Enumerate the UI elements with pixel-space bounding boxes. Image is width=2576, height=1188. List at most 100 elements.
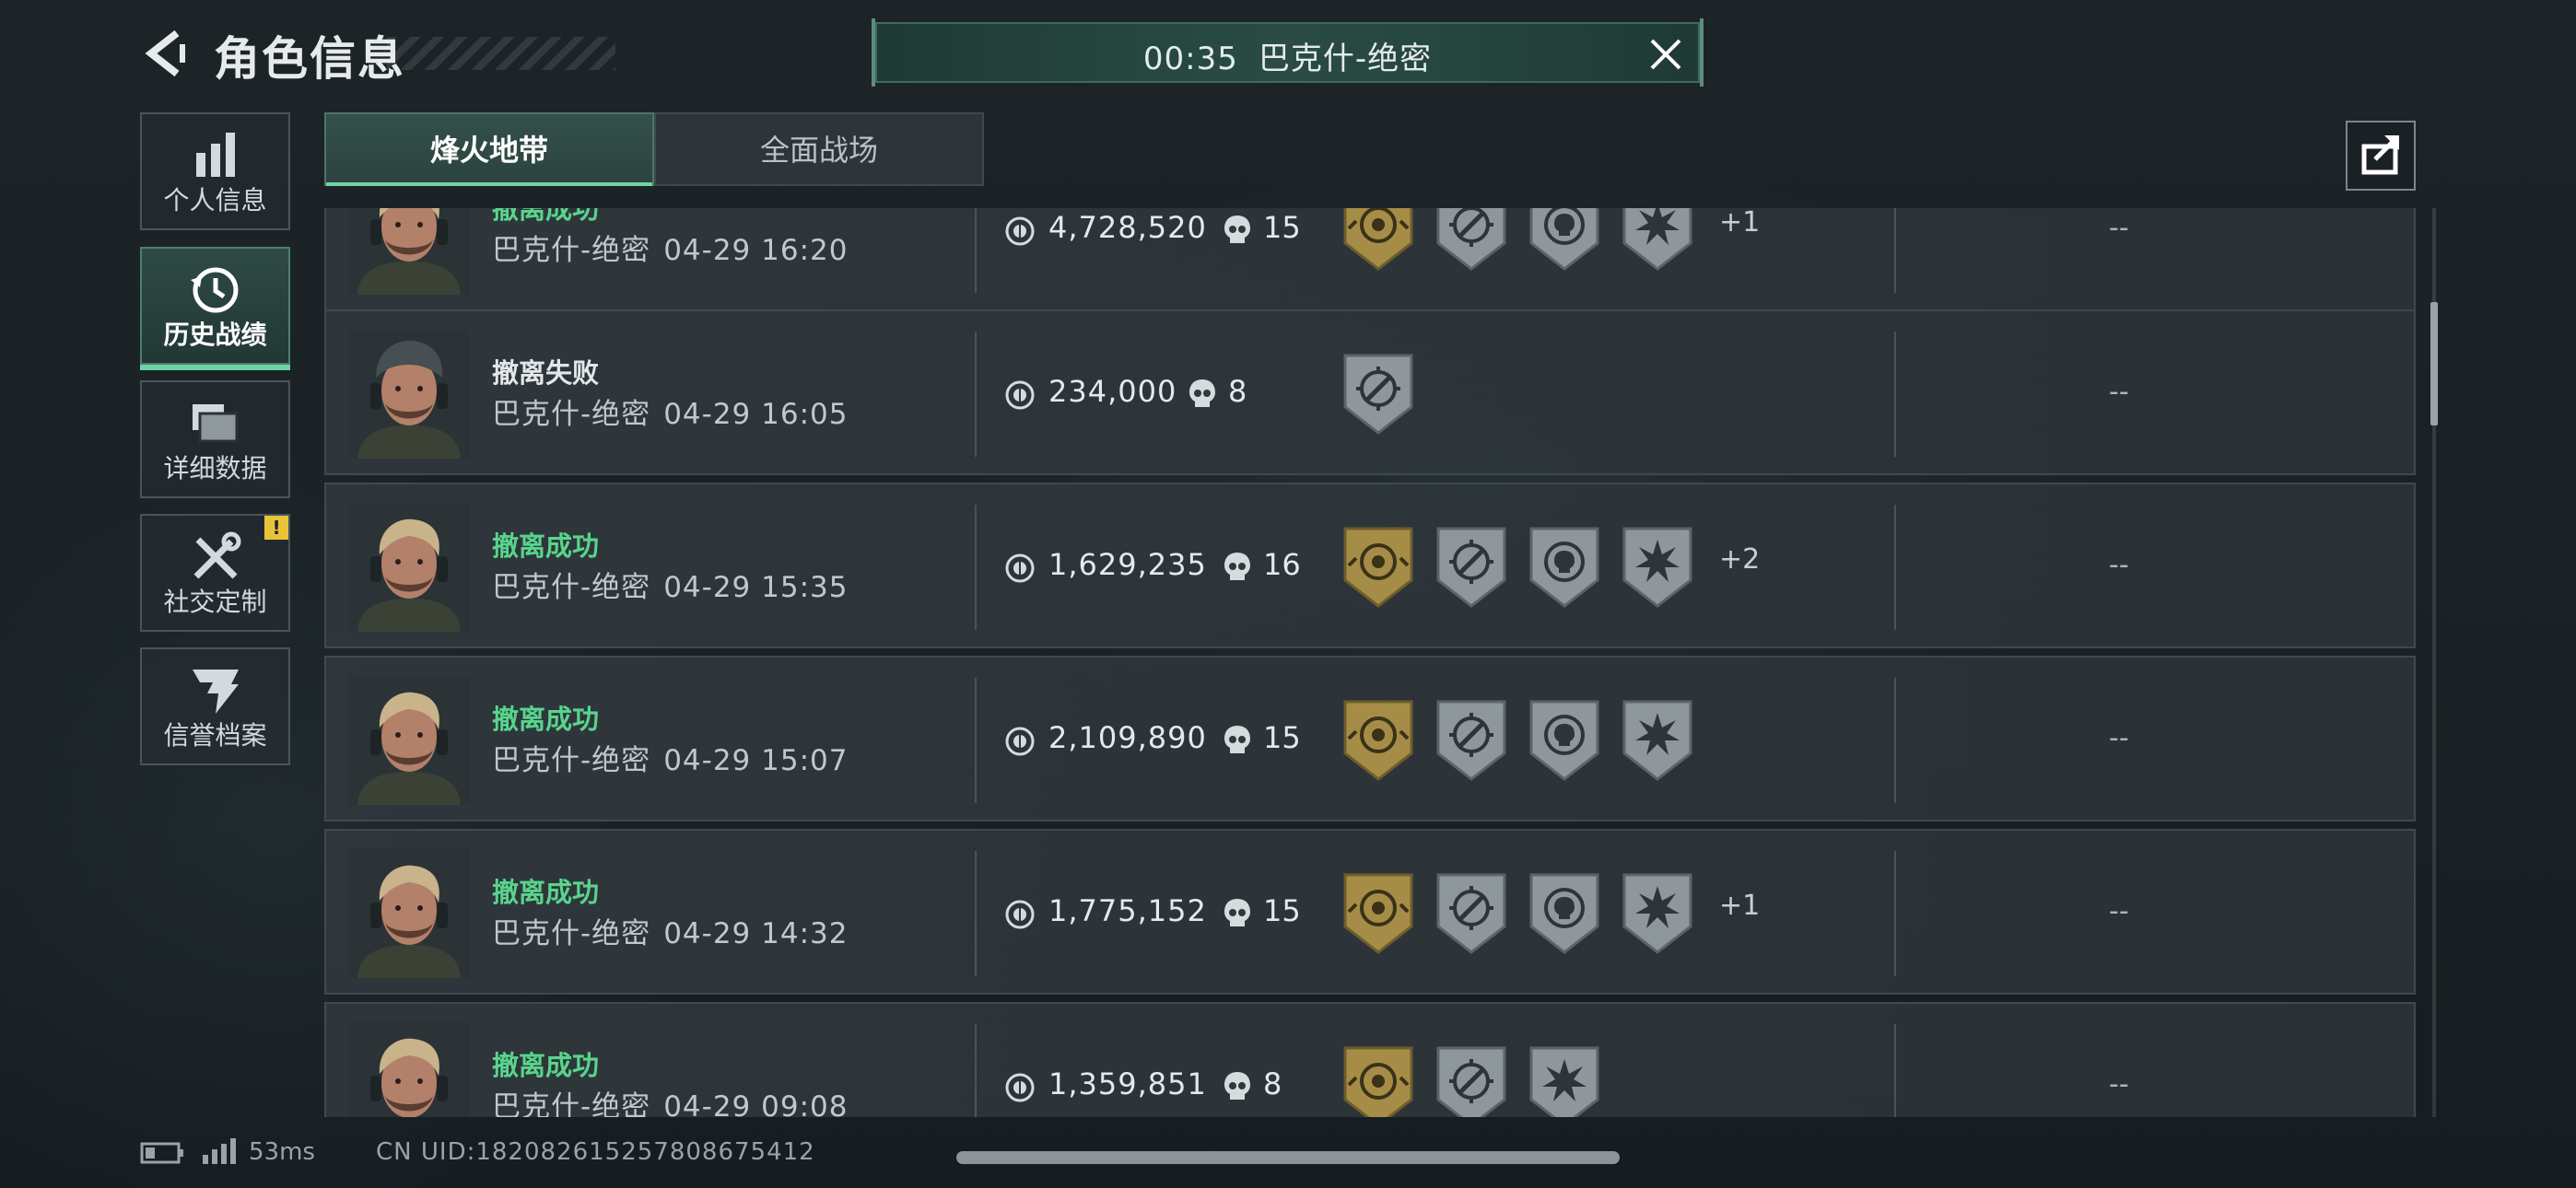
skull-badge-icon[interactable] — [1528, 208, 1601, 273]
ping-readout: 53ms — [249, 1138, 315, 1166]
nav-social-custom[interactable]: ! 社交定制 — [140, 514, 290, 632]
map-and-time: 巴克什-绝密 04-29 15:35 — [492, 564, 848, 605]
map-name: 巴克什-绝密 — [492, 234, 651, 267]
tab-full-battlefield[interactable]: 全面战场 — [654, 112, 984, 186]
nav-match-history[interactable]: 历史战绩 — [140, 247, 290, 370]
map-name: 巴克什-绝密 — [492, 744, 651, 777]
target-badge-icon[interactable] — [1434, 871, 1508, 956]
home-indicator[interactable] — [956, 1151, 1620, 1164]
match-datetime: 04-29 09:08 — [663, 1090, 849, 1117]
match-history-list[interactable]: 撤离成功 巴克什-绝密 04-29 16:20 4,728,520 15 +1 -… — [324, 208, 2416, 1117]
match-banner-text: 00:35 巴克什-绝密 — [877, 33, 1698, 78]
loot-value: 1,775,152 — [1048, 893, 1207, 928]
nav-detailed-data[interactable]: 详细数据 — [140, 380, 290, 498]
operator-portrait — [348, 1022, 470, 1117]
loot-value: 4,728,520 — [1048, 210, 1207, 245]
column-divider — [1894, 505, 1896, 630]
back-button[interactable] — [138, 26, 193, 81]
match-record-row[interactable]: 撤离成功 巴克什-绝密 04-29 16:20 4,728,520 15 +1 -… — [324, 208, 2416, 311]
operator-portrait — [348, 330, 470, 459]
skull-badge-icon[interactable] — [1528, 698, 1601, 783]
match-datetime: 04-29 15:35 — [663, 571, 849, 604]
skull-icon — [1223, 214, 1252, 247]
match-datetime: 04-29 16:20 — [663, 234, 849, 267]
match-datetime: 04-29 15:07 — [663, 744, 849, 777]
map-and-time: 巴克什-绝密 04-29 15:07 — [492, 737, 848, 778]
extraction-outcome: 撤离成功 — [492, 530, 600, 562]
page-title: 角色信息 — [214, 32, 405, 86]
loot-value: 1,629,235 — [1048, 547, 1207, 582]
result-placeholder: -- — [2109, 212, 2129, 244]
gold-extract-badge-icon[interactable] — [1341, 1044, 1415, 1117]
folders-icon — [192, 404, 238, 443]
target-badge-icon[interactable] — [1434, 1044, 1508, 1117]
kill-count: 15 — [1263, 210, 1301, 245]
burst-badge-icon[interactable] — [1528, 1044, 1601, 1117]
close-banner-button[interactable] — [1646, 35, 1685, 74]
target-badge-icon[interactable] — [1434, 208, 1508, 273]
coin-icon — [1004, 379, 1036, 411]
map-name: 巴克什-绝密 — [492, 917, 651, 950]
signal-icon — [203, 1138, 236, 1164]
share-button[interactable] — [2346, 121, 2416, 191]
player-uid: CN UID:182082615257808675412 — [376, 1138, 815, 1166]
burst-badge-icon[interactable] — [1621, 208, 1694, 273]
column-divider — [1894, 332, 1896, 457]
skull-icon — [1223, 551, 1252, 584]
operator-portrait — [348, 676, 470, 805]
coin-icon — [1004, 1072, 1036, 1103]
shield-bolt-icon — [192, 670, 239, 714]
battery-icon — [140, 1142, 183, 1164]
match-record-row[interactable]: 撤离成功 巴克什-绝密 04-29 14:32 1,775,152 15 +1 -… — [324, 829, 2416, 995]
close-icon — [1650, 39, 1681, 70]
skull-badge-icon[interactable] — [1528, 871, 1601, 956]
extraction-outcome: 撤离成功 — [492, 704, 600, 735]
gold-extract-badge-icon[interactable] — [1341, 208, 1415, 273]
column-divider — [1894, 851, 1896, 976]
operator-portrait — [348, 503, 470, 632]
extraction-outcome: 撤离成功 — [492, 208, 600, 225]
nav-label: 社交定制 — [163, 587, 267, 617]
skull-icon — [1223, 1070, 1252, 1103]
gold-extract-badge-icon[interactable] — [1341, 871, 1415, 956]
result-placeholder: -- — [2109, 376, 2129, 408]
target-badge-icon[interactable] — [1341, 352, 1415, 437]
burst-badge-icon[interactable] — [1621, 698, 1694, 783]
coin-icon — [1004, 553, 1036, 584]
loot-value: 1,359,851 — [1048, 1066, 1207, 1101]
extraction-outcome: 撤离成功 — [492, 1050, 600, 1081]
history-clock-icon — [190, 267, 238, 313]
burst-badge-icon[interactable] — [1621, 525, 1694, 610]
skull-icon — [1223, 897, 1252, 930]
kill-count: 15 — [1263, 720, 1301, 755]
current-match-banner[interactable]: 00:35 巴克什-绝密 — [872, 18, 1704, 87]
target-badge-icon[interactable] — [1434, 525, 1508, 610]
match-record-row[interactable]: 撤离成功 巴克什-绝密 04-29 15:07 2,109,890 15 -- — [324, 656, 2416, 821]
nav-label: 详细数据 — [163, 453, 267, 483]
scrollbar-thumb[interactable] — [2430, 302, 2438, 425]
tab-warzone[interactable]: 烽火地带 — [324, 112, 654, 186]
gold-extract-badge-icon[interactable] — [1341, 525, 1415, 610]
skull-badge-icon[interactable] — [1528, 525, 1601, 610]
result-placeholder: -- — [2109, 1068, 2129, 1101]
map-and-time: 巴克什-绝密 04-29 16:05 — [492, 390, 848, 432]
skull-icon — [1223, 724, 1252, 757]
nav-personal-info[interactable]: 个人信息 — [140, 112, 290, 230]
extra-badges-count: +1 — [1719, 890, 1761, 922]
column-divider — [975, 208, 977, 293]
column-divider — [1894, 1024, 1896, 1117]
map-name: 巴克什-绝密 — [492, 1090, 651, 1117]
target-badge-icon[interactable] — [1434, 698, 1508, 783]
match-record-row[interactable]: 撤离成功 巴克什-绝密 04-29 15:35 1,629,235 16 +2 -… — [324, 483, 2416, 648]
column-divider — [975, 1024, 977, 1117]
burst-badge-icon[interactable] — [1621, 871, 1694, 956]
loot-value: 234,000 — [1048, 374, 1177, 409]
coin-icon — [1004, 726, 1036, 757]
column-divider — [975, 332, 977, 457]
result-placeholder: -- — [2109, 895, 2129, 927]
gold-extract-badge-icon[interactable] — [1341, 698, 1415, 783]
match-record-row[interactable]: 撤离成功 巴克什-绝密 04-29 09:08 1,359,851 8 -- — [324, 1002, 2416, 1117]
match-map: 巴克什-绝密 — [1258, 41, 1433, 77]
match-record-row[interactable]: 撤离失败 巴克什-绝密 04-29 16:05 234,000 8 -- — [324, 309, 2416, 475]
nav-credit-record[interactable]: 信誉档案 — [140, 647, 290, 765]
